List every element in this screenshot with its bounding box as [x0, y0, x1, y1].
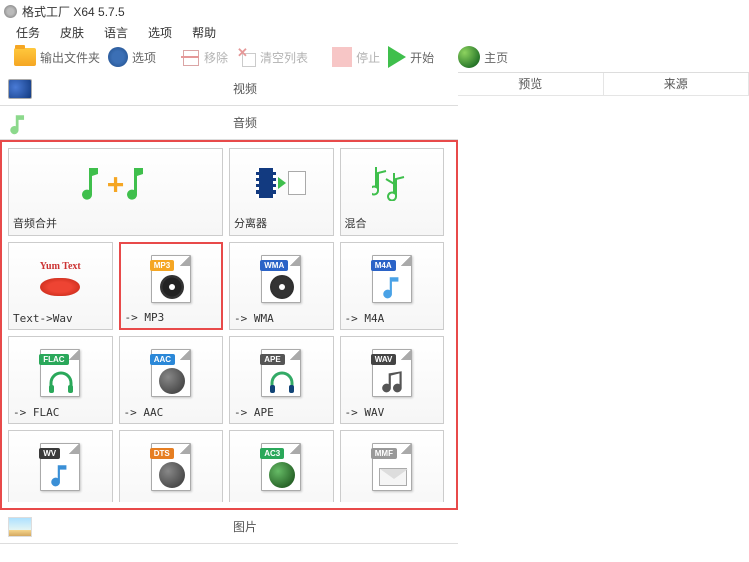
task-list-headers: 预览 来源 [458, 72, 749, 96]
tile-label: -> M4A [345, 312, 440, 325]
mmf-file-icon: MMF [372, 443, 412, 491]
lips-icon [40, 278, 80, 296]
stop-icon [332, 47, 352, 67]
m4a-file-icon: M4A [372, 255, 412, 303]
tile-label: -> MP3 [125, 311, 218, 324]
tile-label: Text->Wav [13, 312, 108, 325]
tile-text-to-wav[interactable]: Yum Text Text->Wav [8, 242, 113, 330]
audio-icon [8, 113, 32, 133]
video-icon [8, 79, 32, 99]
tile-mix[interactable]: 混合 [340, 148, 445, 236]
merge-icon: + [81, 166, 150, 200]
tile-label: -> FLAC [13, 406, 108, 419]
gear-icon [108, 47, 128, 67]
tile-label: 混合 [345, 215, 440, 231]
app-title: 格式工厂 X64 5.7.5 [22, 3, 125, 20]
tile-label: -> WMA [234, 312, 329, 325]
homepage-button[interactable]: 主页 [458, 46, 508, 68]
ape-file-icon: APE [261, 349, 301, 397]
start-button[interactable]: 开始 [388, 46, 434, 68]
right-panel: 预览 来源 [458, 72, 749, 544]
tile-label: -> WV [13, 500, 108, 502]
aac-file-icon: AAC [151, 349, 191, 397]
stop-button[interactable]: 停止 [332, 47, 380, 67]
tile-to-dts[interactable]: DTS -> DTS [119, 430, 224, 502]
tile-to-wv[interactable]: WV -> WV [8, 430, 113, 502]
tile-to-ape[interactable]: APE -> APE [229, 336, 334, 424]
flac-file-icon: FLAC [40, 349, 80, 397]
tile-label: -> DTS [124, 500, 219, 502]
stop-label: 停止 [356, 49, 380, 66]
remove-label: 移除 [204, 49, 228, 66]
col-source[interactable]: 来源 [604, 73, 749, 95]
splitter-icon [256, 168, 306, 198]
toolbar: 输出文件夹 选项 移除 清空列表 停止 开始 主页 [0, 42, 749, 72]
ac3-file-icon: AC3 [261, 443, 301, 491]
section-audio-label: 音频 [40, 114, 450, 131]
section-image-label: 图片 [40, 518, 450, 535]
tile-label: 音频合并 [13, 215, 218, 231]
globe-icon [458, 46, 480, 68]
tile-label: -> AC3 [234, 500, 329, 502]
mix-icon [372, 165, 412, 201]
options-button[interactable]: 选项 [108, 47, 156, 67]
start-label: 开始 [410, 49, 434, 66]
tile-to-mmf[interactable]: MMF -> MMF [340, 430, 445, 502]
section-video-tab[interactable]: 视频 [0, 72, 458, 106]
tile-label: -> AAC [124, 406, 219, 419]
tile-to-m4a[interactable]: M4A -> M4A [340, 242, 445, 330]
clear-list-label: 清空列表 [260, 49, 308, 66]
wv-file-icon: WV [40, 443, 80, 491]
col-preview[interactable]: 预览 [458, 73, 604, 95]
section-image-tab[interactable]: 图片 [0, 510, 458, 544]
clear-icon [236, 47, 256, 67]
tile-label: -> WAV [345, 406, 440, 419]
homepage-label: 主页 [484, 49, 508, 66]
output-folder-button[interactable]: 输出文件夹 [14, 48, 100, 66]
options-label: 选项 [132, 49, 156, 66]
yum-text: Yum Text [40, 261, 81, 272]
remove-icon [180, 47, 200, 67]
title-bar: 格式工厂 X64 5.7.5 [0, 0, 749, 22]
output-folder-label: 输出文件夹 [40, 49, 100, 66]
menu-language[interactable]: 语言 [104, 24, 128, 41]
folder-icon [14, 48, 36, 66]
menu-bar: 任务 皮肤 语言 选项 帮助 [0, 22, 749, 42]
menu-options[interactable]: 选项 [148, 24, 172, 41]
dts-file-icon: DTS [151, 443, 191, 491]
tile-to-ac3[interactable]: AC3 -> AC3 [229, 430, 334, 502]
tile-label: -> APE [234, 406, 329, 419]
tile-audio-merge[interactable]: + 音频合并 [8, 148, 223, 236]
image-icon [8, 517, 32, 537]
play-icon [388, 46, 406, 68]
tile-to-wma[interactable]: WMA -> WMA [229, 242, 334, 330]
tile-label: 分离器 [234, 215, 329, 231]
section-audio-tab[interactable]: 音频 [0, 106, 458, 140]
wav-file-icon: WAV [372, 349, 412, 397]
audio-format-grid[interactable]: + 音频合并 分离器 [8, 148, 450, 502]
menu-skin[interactable]: 皮肤 [60, 24, 84, 41]
tile-to-wav[interactable]: WAV -> WAV [340, 336, 445, 424]
tile-to-flac[interactable]: FLAC -> FLAC [8, 336, 113, 424]
tile-to-mp3[interactable]: MP3 -> MP3 [119, 242, 224, 330]
section-video-label: 视频 [40, 80, 450, 97]
menu-help[interactable]: 帮助 [192, 24, 216, 41]
app-logo-icon [4, 5, 17, 18]
left-panel: 视频 音频 + 音频合并 [0, 72, 458, 544]
mp3-file-icon: MP3 [151, 255, 191, 303]
tile-splitter[interactable]: 分离器 [229, 148, 334, 236]
clear-list-button[interactable]: 清空列表 [236, 47, 308, 67]
menu-tasks[interactable]: 任务 [16, 24, 40, 41]
tile-label: -> MMF [345, 500, 440, 502]
audio-grid-area: + 音频合并 分离器 [0, 140, 458, 510]
wma-file-icon: WMA [261, 255, 301, 303]
tile-to-aac[interactable]: AAC -> AAC [119, 336, 224, 424]
remove-button[interactable]: 移除 [180, 47, 228, 67]
